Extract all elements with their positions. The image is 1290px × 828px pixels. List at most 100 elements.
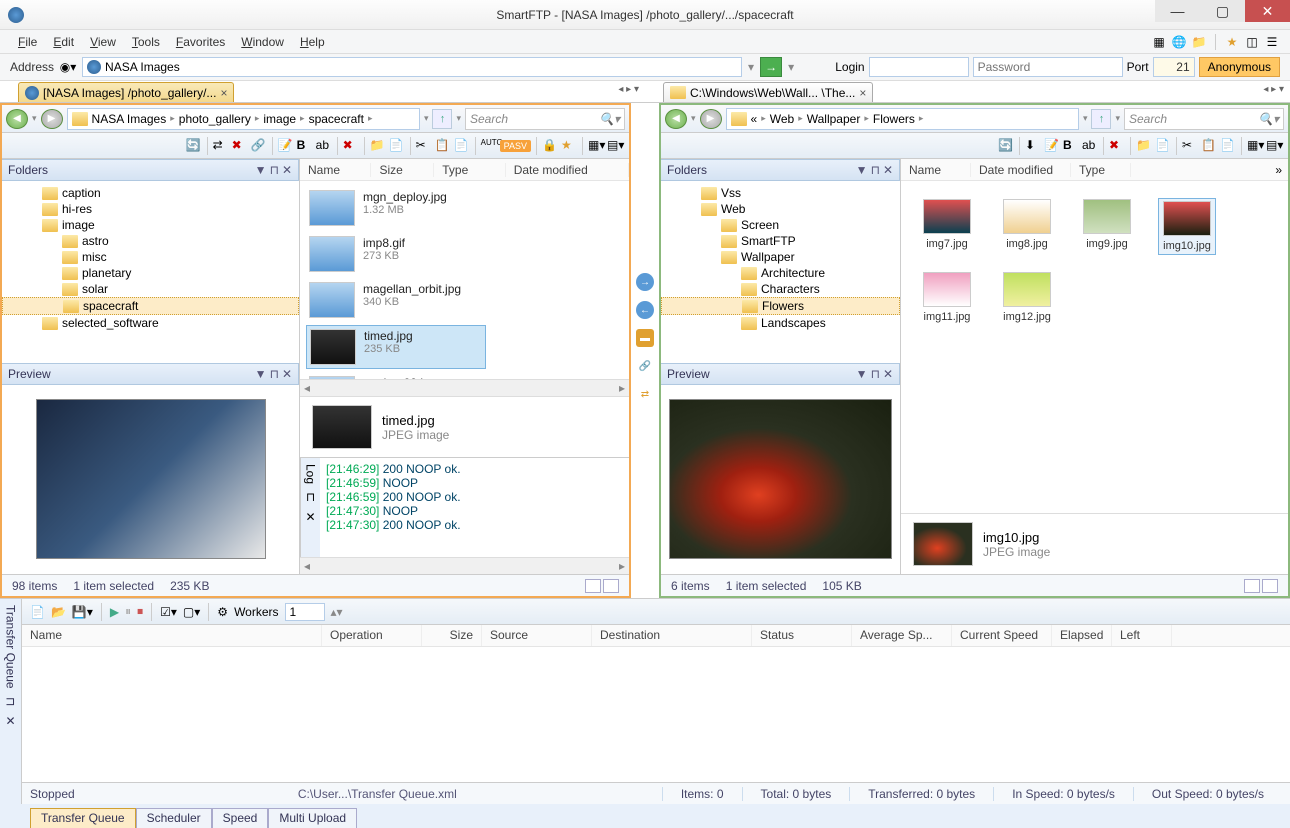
delete-icon[interactable]: ✖ bbox=[1109, 138, 1125, 154]
view-tiles-icon[interactable] bbox=[1244, 579, 1260, 593]
file-header[interactable]: NameSizeTypeDate modified bbox=[300, 159, 629, 181]
file-tile[interactable]: mgn_deploy.jpg1.32 MB bbox=[306, 187, 486, 229]
column-header[interactable]: Size bbox=[371, 163, 434, 177]
copy-icon[interactable]: 📋 bbox=[435, 138, 451, 154]
breadcrumb-part[interactable]: photo_gallery bbox=[177, 112, 253, 126]
pasv-button[interactable]: PASV bbox=[500, 140, 531, 152]
up-button[interactable]: ↑ bbox=[1091, 109, 1111, 129]
file-header[interactable]: NameDate modifiedType» bbox=[901, 159, 1288, 181]
search-input[interactable]: Search🔍▾ bbox=[465, 108, 625, 130]
tree-item[interactable]: Web bbox=[661, 201, 900, 217]
thumbnail[interactable]: img9.jpg bbox=[1079, 199, 1135, 254]
dropdown-icon[interactable]: ▼ bbox=[856, 163, 868, 177]
play-icon[interactable]: ▶ bbox=[110, 605, 119, 619]
layout-icon[interactable]: ▦ bbox=[1151, 34, 1167, 50]
link-icon[interactable]: 🔗 bbox=[636, 357, 654, 375]
column-header[interactable]: Type bbox=[1071, 163, 1131, 177]
auto-icon[interactable]: AUTO▾ bbox=[481, 138, 497, 154]
queue-column[interactable]: Elapsed bbox=[1052, 625, 1112, 646]
queue-column[interactable]: Name bbox=[22, 625, 322, 646]
tree-item[interactable]: hi-res bbox=[2, 201, 299, 217]
tree-item[interactable]: Architecture bbox=[661, 265, 900, 281]
tree-item[interactable]: solar bbox=[2, 281, 299, 297]
open-icon[interactable]: 📂 bbox=[51, 605, 66, 619]
queue-column[interactable]: Status bbox=[752, 625, 852, 646]
file-grid[interactable]: mgn_deploy.jpg1.32 MBimp8.gif273 KBmagel… bbox=[300, 181, 629, 379]
close-icon[interactable]: ✕ bbox=[282, 367, 292, 381]
close-icon[interactable]: ✕ bbox=[883, 163, 893, 177]
menu-tools[interactable]: Tools bbox=[124, 32, 168, 52]
bottom-tab-scheduler[interactable]: Scheduler bbox=[136, 808, 212, 828]
view-list-icon[interactable] bbox=[1262, 579, 1278, 593]
queue-column[interactable]: Source bbox=[482, 625, 592, 646]
tree-item[interactable]: Characters bbox=[661, 281, 900, 297]
paste-icon[interactable]: 📄 bbox=[1220, 138, 1236, 154]
pin-icon[interactable]: ⊓ bbox=[306, 490, 315, 504]
queue-rows[interactable] bbox=[22, 647, 1290, 782]
right-tab[interactable]: C:\Windows\Web\Wall... \The... × bbox=[663, 82, 873, 102]
cut-icon[interactable]: ✂ bbox=[416, 138, 432, 154]
breadcrumb-part[interactable]: NASA Images bbox=[90, 112, 169, 126]
rename-icon[interactable]: ab bbox=[316, 138, 332, 154]
pin-icon[interactable]: ⊓ bbox=[270, 367, 279, 381]
breadcrumb[interactable]: NASA Images▸photo_gallery▸image▸spacecra… bbox=[67, 108, 420, 130]
menu-help[interactable]: Help bbox=[292, 32, 333, 52]
log-content[interactable]: [21:46:29] 200 NOOP ok.[21:46:59] NOOP[2… bbox=[320, 458, 629, 557]
file-tile[interactable]: timed.jpg235 KB bbox=[306, 325, 486, 369]
tree-item[interactable]: Wallpaper bbox=[661, 249, 900, 265]
save-icon[interactable]: 💾▾ bbox=[72, 605, 93, 619]
tree-item[interactable]: Flowers bbox=[661, 297, 900, 315]
newfolder-icon[interactable]: 📁 bbox=[370, 138, 386, 154]
column-header[interactable]: Date modified bbox=[506, 163, 629, 177]
up-button[interactable]: ↑ bbox=[432, 109, 452, 129]
column-header[interactable]: Name bbox=[300, 163, 371, 177]
delete-icon[interactable]: ✖ bbox=[343, 138, 359, 154]
tab-nav-right[interactable]: ◂ ▸ ▾ bbox=[1263, 84, 1284, 95]
dropdown-icon[interactable]: ▼ bbox=[255, 367, 267, 381]
back-button[interactable]: ◀ bbox=[6, 109, 28, 129]
tree-item[interactable]: SmartFTP bbox=[661, 233, 900, 249]
thumbnail[interactable]: img7.jpg bbox=[919, 199, 975, 254]
search-input[interactable]: Search🔍▾ bbox=[1124, 108, 1284, 130]
breadcrumb-part[interactable]: « bbox=[749, 112, 760, 126]
cancel-icon[interactable]: ✖ bbox=[232, 138, 248, 154]
folder-tree[interactable]: VssWebScreenSmartFTPWallpaperArchitectur… bbox=[661, 181, 900, 363]
queue-column[interactable]: Size bbox=[422, 625, 482, 646]
tree-item[interactable]: astro bbox=[2, 233, 299, 249]
menu-view[interactable]: View bbox=[82, 32, 124, 52]
rename-icon[interactable]: ab bbox=[1082, 138, 1098, 154]
file-tile[interactable]: imp8.gif273 KB bbox=[306, 233, 486, 275]
tab-nav-left[interactable]: ◂ ▸ ▾ bbox=[618, 84, 639, 95]
favorite-icon[interactable]: ★ bbox=[1224, 34, 1240, 50]
breadcrumb-part[interactable]: image bbox=[261, 112, 298, 126]
globe-icon[interactable]: 🌐 bbox=[1171, 34, 1187, 50]
tree-item[interactable]: caption bbox=[2, 185, 299, 201]
breadcrumb-part[interactable]: Web bbox=[768, 112, 796, 126]
file-tile[interactable]: magellan_orbit.jpg340 KB bbox=[306, 279, 486, 321]
folder-tree[interactable]: captionhi-resimageastromiscplanetarysola… bbox=[2, 181, 299, 363]
hdd-icon[interactable]: ▬ bbox=[636, 329, 654, 347]
bottom-tab-speed[interactable]: Speed bbox=[212, 808, 269, 828]
anonymous-button[interactable]: Anonymous bbox=[1199, 57, 1280, 77]
queue-columns[interactable]: NameOperationSizeSourceDestinationStatus… bbox=[22, 625, 1290, 647]
tree-item[interactable]: misc bbox=[2, 249, 299, 265]
address-type-icon[interactable]: ◉▾ bbox=[60, 59, 76, 75]
pin-icon[interactable]: ⊓ bbox=[270, 163, 279, 177]
tree-item[interactable]: selected_software bbox=[2, 315, 299, 331]
bold-icon[interactable]: B bbox=[1063, 138, 1079, 154]
back-button[interactable]: ◀ bbox=[665, 109, 687, 129]
menu-window[interactable]: Window bbox=[233, 32, 292, 52]
address-input[interactable]: NASA Images bbox=[82, 57, 742, 77]
workers-input[interactable] bbox=[285, 603, 325, 621]
list-icon[interactable]: ☰ bbox=[1264, 34, 1280, 50]
bottom-tab-transfer-queue[interactable]: Transfer Queue bbox=[30, 808, 136, 828]
check-icon[interactable]: ☑▾ bbox=[160, 605, 177, 619]
view-list-icon[interactable] bbox=[603, 579, 619, 593]
password-input[interactable] bbox=[973, 57, 1123, 77]
tree-item[interactable]: image bbox=[2, 217, 299, 233]
down-icon[interactable]: ⬇ bbox=[1025, 138, 1041, 154]
close-icon[interactable]: × bbox=[859, 86, 866, 100]
pause-icon[interactable]: ⏸ bbox=[125, 604, 131, 619]
tree-item[interactable]: Landscapes bbox=[661, 315, 900, 331]
sync-icon[interactable]: ⇄ bbox=[213, 138, 229, 154]
